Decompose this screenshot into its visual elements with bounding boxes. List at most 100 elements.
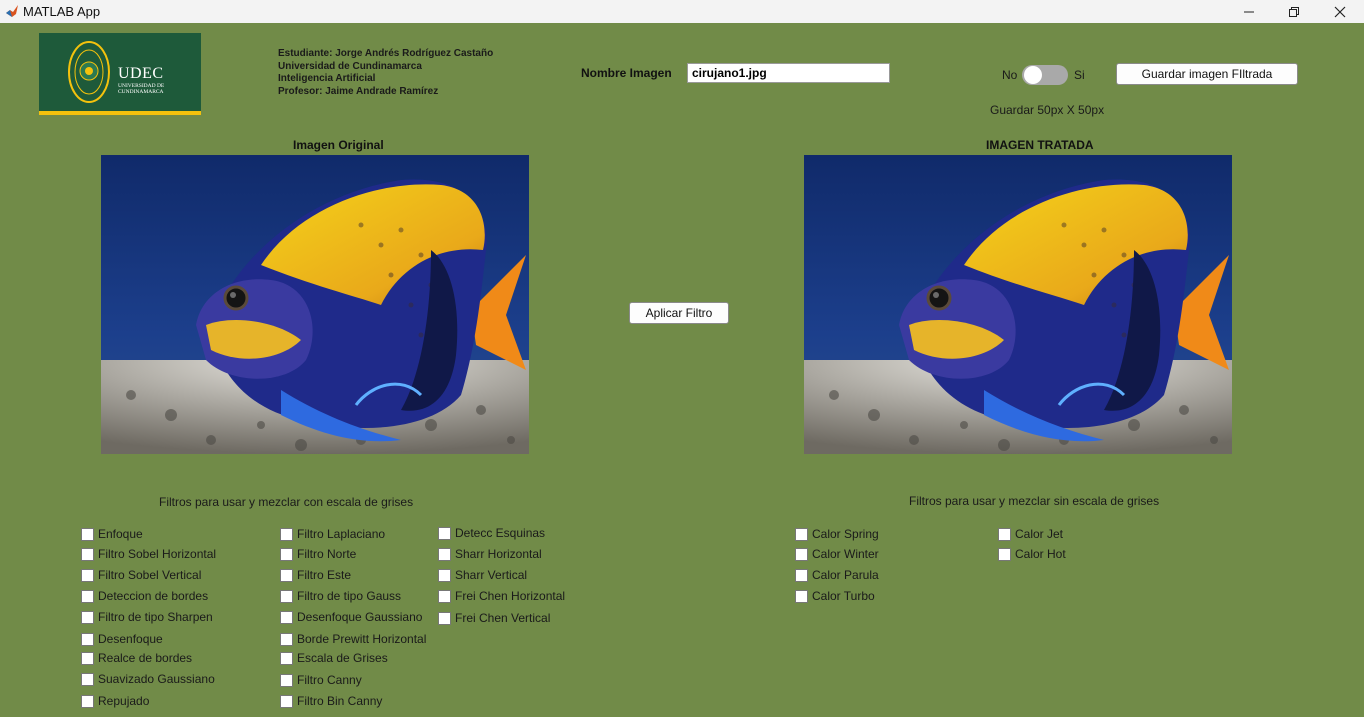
checkbox-box[interactable] [795,527,808,541]
checkbox-sharr-vertical[interactable]: Sharr Vertical [438,567,527,583]
checkbox-gauss[interactable]: Filtro de tipo Gauss [280,588,401,604]
checkbox-deteccion-bordes[interactable]: Deteccion de bordes [81,588,208,604]
restore-icon [1289,6,1299,17]
info-course: Inteligencia Artificial [278,73,376,84]
checkbox-label: Filtro Bin Canny [297,694,383,708]
checkbox-box[interactable] [280,527,293,541]
info-professor: Profesor: Jaime Andrade Ramírez [278,85,439,97]
checkbox-label: Escala de Grises [297,651,388,665]
checkbox-box[interactable] [438,568,451,582]
checkbox-desenfoque-gaussiano[interactable]: Desenfoque Gaussiano [280,609,422,625]
treated-image-title: IMAGEN TRATADA [986,138,1094,152]
checkbox-bin-canny[interactable]: Filtro Bin Canny [280,693,382,709]
checkbox-label: Frei Chen Vertical [455,611,551,625]
checkbox-box[interactable] [81,547,94,561]
university-seal-icon [68,41,110,103]
udec-logo: UDEC UNIVERSIDAD DE CUNDINAMARCA [39,33,201,115]
checkbox-prewitt-horizontal[interactable]: Borde Prewitt Horizontal [280,631,426,647]
original-image [101,155,529,454]
checkbox-box[interactable] [998,547,1011,561]
checkbox-label: Enfoque [98,527,143,541]
checkbox-box[interactable] [280,632,293,646]
checkbox-box[interactable] [81,632,94,646]
checkbox-box[interactable] [438,526,451,540]
checkbox-label: Borde Prewitt Horizontal [297,632,427,646]
checkbox-desenfoque[interactable]: Desenfoque [81,631,163,647]
checkbox-realce-bordes[interactable]: Realce de bordes [81,650,192,666]
fish-image [101,155,529,454]
checkbox-box[interactable] [81,568,94,582]
checkbox-enfoque[interactable]: Enfoque [81,526,143,542]
title-bar: MATLAB App [0,0,1364,23]
checkbox-canny[interactable]: Filtro Canny [280,672,362,688]
checkbox-calor-hot[interactable]: Calor Hot [998,546,1066,562]
checkbox-label: Repujado [98,694,150,708]
checkbox-label: Sharr Horizontal [455,547,542,561]
restore-button[interactable] [1271,0,1317,23]
window-title: MATLAB App [23,4,101,19]
checkbox-box[interactable] [81,610,94,624]
checkbox-frei-chen-horizontal[interactable]: Frei Chen Horizontal [438,588,565,604]
checkbox-box[interactable] [795,568,808,582]
checkbox-box[interactable] [438,589,451,603]
close-button[interactable] [1317,0,1363,23]
logo-subtitle: UNIVERSIDAD DE CUNDINAMARCA [118,83,165,95]
checkbox-box[interactable] [280,568,293,582]
checkbox-label: Filtro de tipo Sharpen [98,610,213,624]
checkbox-label: Calor Turbo [812,589,875,603]
checkbox-repujado[interactable]: Repujado [81,693,149,709]
checkbox-box[interactable] [280,673,293,687]
filename-label: Nombre Imagen [581,66,672,80]
checkbox-label: Filtro de tipo Gauss [297,589,402,603]
checkbox-suavizado-gaussiano[interactable]: Suavizado Gaussiano [81,671,215,687]
checkbox-label: Filtro Norte [297,547,357,561]
save-size-toggle[interactable] [1022,65,1068,85]
close-icon [1334,6,1346,17]
checkbox-box[interactable] [81,672,94,686]
checkbox-box[interactable] [795,589,808,603]
checkbox-box[interactable] [280,610,293,624]
checkbox-calor-parula[interactable]: Calor Parula [795,567,879,583]
checkbox-escala-grises[interactable]: Escala de Grises [280,650,388,666]
checkbox-sobel-horizontal[interactable]: Filtro Sobel Horizontal [81,546,216,562]
minimize-button[interactable] [1226,0,1272,23]
save-filtered-image-button[interactable]: Guardar imagen FIltrada [1116,63,1298,85]
checkbox-sobel-vertical[interactable]: Filtro Sobel Vertical [81,567,201,583]
checkbox-label: Deteccion de bordes [98,589,209,603]
checkbox-label: Calor Spring [812,527,879,541]
checkbox-norte[interactable]: Filtro Norte [280,546,356,562]
toggle-on-label: Si [1074,68,1085,82]
checkbox-box[interactable] [81,589,94,603]
checkbox-box[interactable] [81,694,94,708]
checkbox-sharr-horizontal[interactable]: Sharr Horizontal [438,546,542,562]
checkbox-laplaciano[interactable]: Filtro Laplaciano [280,526,385,542]
checkbox-box[interactable] [280,589,293,603]
checkbox-box[interactable] [81,527,94,541]
checkbox-calor-jet[interactable]: Calor Jet [998,526,1063,542]
checkbox-este[interactable]: Filtro Este [280,567,351,583]
checkbox-label: Calor Hot [1015,547,1066,561]
fish-image-treated [804,155,1232,454]
filename-input[interactable] [687,63,890,83]
checkbox-box[interactable] [998,527,1011,541]
checkbox-calor-winter[interactable]: Calor Winter [795,546,879,562]
checkbox-calor-spring[interactable]: Calor Spring [795,526,879,542]
checkbox-box[interactable] [438,547,451,561]
logo-gold-bar [39,111,201,115]
checkbox-box[interactable] [795,547,808,561]
apply-filter-button[interactable]: Aplicar Filtro [629,302,729,324]
checkbox-label: Suavizado Gaussiano [98,672,215,686]
checkbox-calor-turbo[interactable]: Calor Turbo [795,588,875,604]
checkbox-box[interactable] [438,611,451,625]
checkbox-box[interactable] [280,651,293,665]
checkbox-label: Filtro Laplaciano [297,527,386,541]
checkbox-box[interactable] [280,547,293,561]
checkbox-box[interactable] [280,694,293,708]
checkbox-detecc-esquinas[interactable]: Detecc Esquinas [438,525,545,541]
info-student: Estudiante: Jorge Andrés Rodríguez Casta… [278,48,494,59]
checkbox-sharpen[interactable]: Filtro de tipo Sharpen [81,609,213,625]
minimize-icon [1244,11,1254,12]
toggle-knob [1024,66,1042,84]
checkbox-frei-chen-vertical[interactable]: Frei Chen Vertical [438,610,550,626]
checkbox-box[interactable] [81,651,94,665]
